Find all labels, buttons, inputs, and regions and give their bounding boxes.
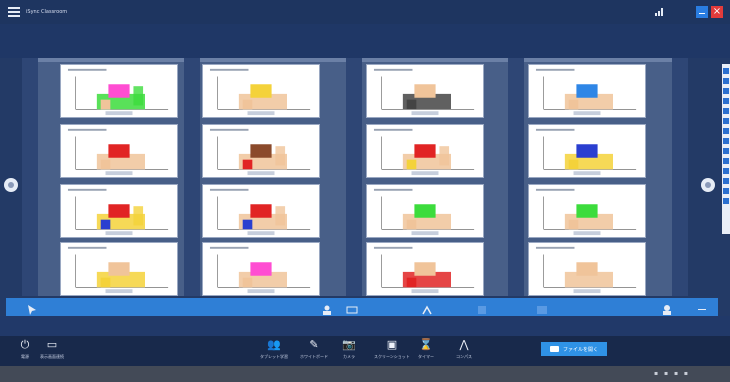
worksheet-thumbnail[interactable] (528, 124, 646, 178)
worksheet-thumbnail[interactable] (528, 184, 646, 238)
tablet-learning-button[interactable]: 👥 タブレット学習 (260, 338, 288, 360)
worksheet-thumbnail[interactable] (60, 124, 178, 178)
power-button[interactable]: ⏻ 電源 (18, 338, 32, 360)
power-icon: ⏻ (20, 338, 30, 351)
tablet-label: タブレット学習 (260, 354, 288, 359)
grid-select-icon[interactable] (346, 301, 358, 314)
worksheet-thumbnail[interactable] (528, 242, 646, 296)
timer-label: タイマー (418, 354, 434, 359)
next-page-icon[interactable] (701, 178, 715, 192)
worksheet-thumbnail[interactable] (202, 242, 320, 296)
screen-icon: ▭ (46, 338, 58, 351)
camera-icon: 📷 (342, 338, 356, 351)
worksheet-thumbnail[interactable] (366, 184, 484, 238)
screenshot-button[interactable]: ▣ スクリーンショット (374, 338, 410, 360)
timer-icon: ⌛ (419, 338, 433, 351)
timer-button[interactable]: ⌛ タイマー (418, 338, 434, 360)
minimize-button[interactable] (696, 6, 708, 18)
status-band (0, 316, 730, 336)
worksheet-thumbnail[interactable] (366, 242, 484, 296)
signal-icon (655, 8, 665, 16)
tablet-icon: 👥 (267, 338, 281, 351)
more-icon[interactable] (696, 301, 708, 313)
power-label: 電源 (21, 354, 29, 359)
header-band (0, 24, 730, 58)
screen-button[interactable]: ▭ 表示画面連続 (40, 338, 64, 360)
folder-icon (549, 346, 559, 352)
board-divider (184, 58, 200, 296)
whiteboard-button[interactable]: ✎ ホワイトボード (300, 338, 328, 360)
worksheet-thumbnail[interactable] (366, 124, 484, 178)
right-tool-panel[interactable] (722, 64, 730, 234)
compass-icon: ⋀ (459, 338, 469, 351)
worksheet-thumbnail[interactable] (60, 64, 178, 118)
whiteboard-icon: ✎ (309, 338, 319, 351)
compass-button[interactable]: ⋀ コンパス (456, 338, 472, 360)
close-button[interactable]: × (711, 6, 723, 18)
thumbnail-board (22, 58, 688, 296)
open-file-button[interactable]: ファイルを開く (541, 342, 607, 356)
board-divider (22, 58, 38, 296)
layout-icon[interactable] (536, 301, 548, 314)
previous-page-icon[interactable] (4, 178, 18, 192)
board-divider (346, 58, 362, 296)
monitor-bezel (0, 366, 730, 382)
bezel-indicator-icons: ▪ ▪ ▪ ▪ (654, 370, 690, 377)
worksheet-thumbnail[interactable] (60, 242, 178, 296)
title-bar: iSync Classroom (0, 0, 730, 24)
screen-label: 表示画面連続 (40, 354, 64, 359)
board-divider (672, 58, 688, 296)
person-icon[interactable] (321, 301, 333, 315)
whiteboard-label: ホワイトボード (300, 354, 328, 359)
camera-label: カメラ (343, 354, 355, 359)
square-icon[interactable] (476, 301, 488, 314)
app-window: iSync Classroom × ⏻ 電源 ▭ 表示画面連続 👥 タブレット学… (0, 0, 730, 382)
camera-button[interactable]: 📷 カメラ (342, 338, 356, 360)
users-icon[interactable] (661, 301, 673, 315)
open-file-label: ファイルを開く (562, 346, 598, 353)
worksheet-thumbnail[interactable] (60, 184, 178, 238)
hamburger-menu-icon[interactable] (8, 7, 20, 17)
screenshot-label: スクリーンショット (374, 354, 410, 359)
worksheet-thumbnail[interactable] (366, 64, 484, 118)
worksheet-thumbnail[interactable] (202, 124, 320, 178)
annotation-toolbar (6, 298, 718, 316)
worksheet-thumbnail[interactable] (528, 64, 646, 118)
board-divider (508, 58, 524, 296)
screenshot-icon: ▣ (386, 338, 398, 351)
bottom-toolbar: ⏻ 電源 ▭ 表示画面連続 👥 タブレット学習 ✎ ホワイトボード 📷 カメラ … (0, 336, 730, 366)
worksheet-thumbnail[interactable] (202, 64, 320, 118)
app-title: iSync Classroom (26, 9, 68, 15)
compass-label: コンパス (456, 354, 472, 359)
share-icon[interactable] (421, 301, 433, 315)
worksheet-thumbnail[interactable] (202, 184, 320, 238)
pointer-icon[interactable] (26, 301, 38, 315)
